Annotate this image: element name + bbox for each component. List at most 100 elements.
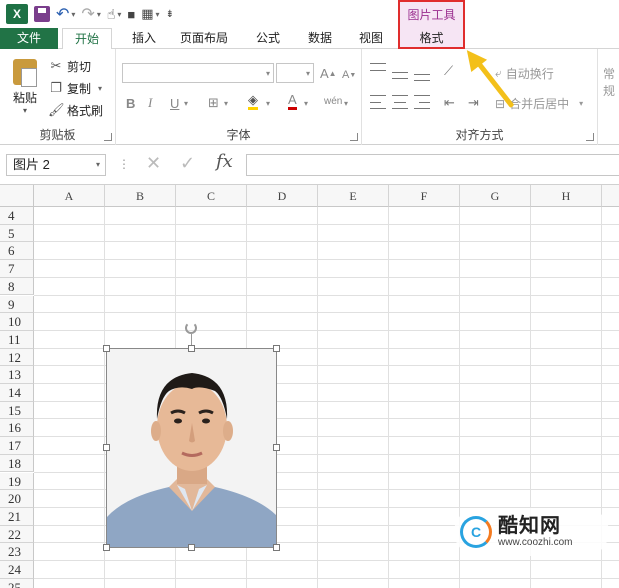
row-header[interactable]: 10 bbox=[0, 313, 34, 331]
tab-data[interactable]: 数据 bbox=[300, 28, 340, 49]
fill-color-icon[interactable]: ◈ bbox=[248, 91, 258, 111]
row-header[interactable]: 4 bbox=[0, 207, 34, 225]
selected-picture[interactable] bbox=[106, 348, 277, 548]
undo-icon[interactable]: ↶ bbox=[56, 4, 69, 24]
grow-font-button[interactable]: A ▲ bbox=[320, 63, 337, 83]
bold-button[interactable]: B bbox=[126, 93, 135, 113]
align-left-icon[interactable] bbox=[370, 95, 386, 109]
alignment-launcher-icon[interactable] bbox=[586, 133, 594, 141]
orientation-icon[interactable]: ⟋ bbox=[444, 61, 453, 81]
number-format-select[interactable]: 常规 bbox=[603, 65, 619, 99]
align-center-icon[interactable] bbox=[392, 95, 408, 109]
borders-dropdown-icon[interactable]: ▾ bbox=[224, 99, 228, 108]
redo-dropdown-icon[interactable]: ▾ bbox=[97, 10, 101, 19]
tab-formulas[interactable]: 公式 bbox=[248, 28, 288, 49]
save-icon[interactable] bbox=[34, 4, 50, 24]
shrink-font-button[interactable]: A ▼ bbox=[342, 65, 356, 85]
row-header[interactable]: 8 bbox=[0, 277, 34, 296]
tab-home[interactable]: 开始 bbox=[62, 28, 112, 50]
row-header[interactable]: 17 bbox=[0, 437, 34, 455]
rotate-handle-icon[interactable] bbox=[185, 322, 197, 334]
font-name-select[interactable]: ▾ bbox=[122, 63, 274, 83]
touch-mode-icon[interactable]: ☝ bbox=[107, 4, 116, 24]
tab-page-layout[interactable]: 页面布局 bbox=[174, 28, 234, 49]
column-header-c[interactable]: C bbox=[176, 185, 247, 207]
insert-function-icon[interactable]: fx bbox=[216, 151, 233, 172]
column-header-e[interactable]: E bbox=[318, 185, 389, 207]
underline-button[interactable]: U bbox=[170, 93, 179, 113]
paste-dropdown-icon[interactable]: ▾ bbox=[23, 106, 27, 115]
resize-handle-top-left[interactable] bbox=[103, 345, 110, 352]
font-color-dropdown-icon[interactable]: ▾ bbox=[304, 99, 308, 108]
row-header[interactable]: 5 bbox=[0, 224, 34, 243]
resize-handle-top[interactable] bbox=[188, 345, 195, 352]
touch-dropdown-icon[interactable]: ▾ bbox=[117, 10, 121, 19]
name-box-dropdown-icon[interactable]: ▾ bbox=[96, 155, 100, 175]
cut-button[interactable]: ✂ 剪切 bbox=[48, 57, 91, 75]
decrease-indent-icon[interactable]: ⇤ bbox=[444, 93, 455, 113]
row-header[interactable]: 16 bbox=[0, 419, 34, 438]
wrap-text-button[interactable]: ⤶ 自动换行 bbox=[495, 65, 554, 82]
resize-handle-left[interactable] bbox=[103, 444, 110, 451]
row-header[interactable]: 13 bbox=[0, 366, 34, 384]
row-header[interactable]: 22 bbox=[0, 525, 34, 544]
row-header[interactable]: 7 bbox=[0, 260, 34, 278]
formula-bar-grip-icon[interactable]: ⋮ bbox=[118, 157, 130, 171]
redo-icon[interactable]: ↷ bbox=[81, 4, 94, 24]
enter-icon[interactable]: ✓ bbox=[180, 153, 195, 174]
select-all-corner[interactable] bbox=[0, 185, 34, 207]
undo-dropdown-icon[interactable]: ▾ bbox=[71, 10, 75, 19]
row-header[interactable]: 6 bbox=[0, 242, 34, 261]
column-header-f[interactable]: F bbox=[389, 185, 460, 207]
underline-dropdown-icon[interactable]: ▾ bbox=[184, 99, 188, 108]
align-right-icon[interactable] bbox=[414, 95, 430, 109]
phonetic-dropdown-icon[interactable]: ▾ bbox=[344, 99, 348, 108]
italic-button[interactable]: I bbox=[148, 93, 152, 113]
resize-handle-top-right[interactable] bbox=[273, 345, 280, 352]
merge-dropdown-icon[interactable]: ▾ bbox=[579, 99, 583, 108]
top-align-icon[interactable] bbox=[370, 63, 386, 77]
row-header[interactable]: 15 bbox=[0, 401, 34, 420]
bottom-align-icon[interactable] bbox=[414, 67, 430, 81]
cancel-icon[interactable]: ✕ bbox=[146, 153, 161, 174]
paste-button[interactable]: 粘贴 ▾ bbox=[8, 59, 42, 115]
resize-handle-bottom-right[interactable] bbox=[273, 544, 280, 551]
tab-file[interactable]: 文件 bbox=[0, 28, 58, 49]
row-header[interactable]: 18 bbox=[0, 454, 34, 473]
layout-icon[interactable]: ▦ bbox=[141, 4, 153, 24]
row-header[interactable]: 12 bbox=[0, 348, 34, 367]
column-header-h[interactable]: H bbox=[531, 185, 602, 207]
layout-dropdown-icon[interactable]: ▾ bbox=[156, 10, 160, 19]
tab-insert[interactable]: 插入 bbox=[124, 28, 164, 49]
column-header-a[interactable]: A bbox=[34, 185, 105, 207]
camera-icon[interactable]: ■ bbox=[127, 4, 135, 24]
column-header-b[interactable]: B bbox=[105, 185, 176, 207]
font-launcher-icon[interactable] bbox=[350, 133, 358, 141]
formula-input[interactable] bbox=[246, 154, 619, 176]
font-size-select[interactable]: ▾ bbox=[276, 63, 314, 83]
increase-indent-icon[interactable]: ⇥ bbox=[468, 93, 479, 113]
resize-handle-bottom-left[interactable] bbox=[103, 544, 110, 551]
clipboard-launcher-icon[interactable] bbox=[104, 133, 112, 141]
middle-align-icon[interactable] bbox=[392, 65, 408, 79]
row-header[interactable]: 24 bbox=[0, 561, 34, 579]
row-header[interactable]: 20 bbox=[0, 490, 34, 508]
format-painter-button[interactable]: 🖌 格式刷 bbox=[48, 101, 103, 119]
tab-picture-format[interactable]: 格式 bbox=[419, 28, 443, 48]
customize-icon[interactable]: ⇟ bbox=[166, 4, 174, 24]
row-header[interactable]: 14 bbox=[0, 384, 34, 402]
row-header[interactable]: 19 bbox=[0, 472, 34, 491]
font-color-button[interactable]: A bbox=[288, 91, 297, 111]
fill-color-dropdown-icon[interactable]: ▾ bbox=[266, 99, 270, 108]
row-header[interactable]: 25 bbox=[0, 578, 34, 588]
row-header[interactable]: 21 bbox=[0, 507, 34, 526]
column-header-d[interactable]: D bbox=[247, 185, 318, 207]
resize-handle-bottom[interactable] bbox=[188, 544, 195, 551]
row-header[interactable]: 11 bbox=[0, 330, 34, 349]
column-header-g[interactable]: G bbox=[460, 185, 531, 207]
copy-button[interactable]: ❐ 复制 ▾ bbox=[48, 79, 102, 97]
column-header-i[interactable] bbox=[602, 185, 619, 207]
tab-view[interactable]: 视图 bbox=[350, 28, 392, 49]
resize-handle-right[interactable] bbox=[273, 444, 280, 451]
row-header[interactable]: 23 bbox=[0, 543, 34, 561]
